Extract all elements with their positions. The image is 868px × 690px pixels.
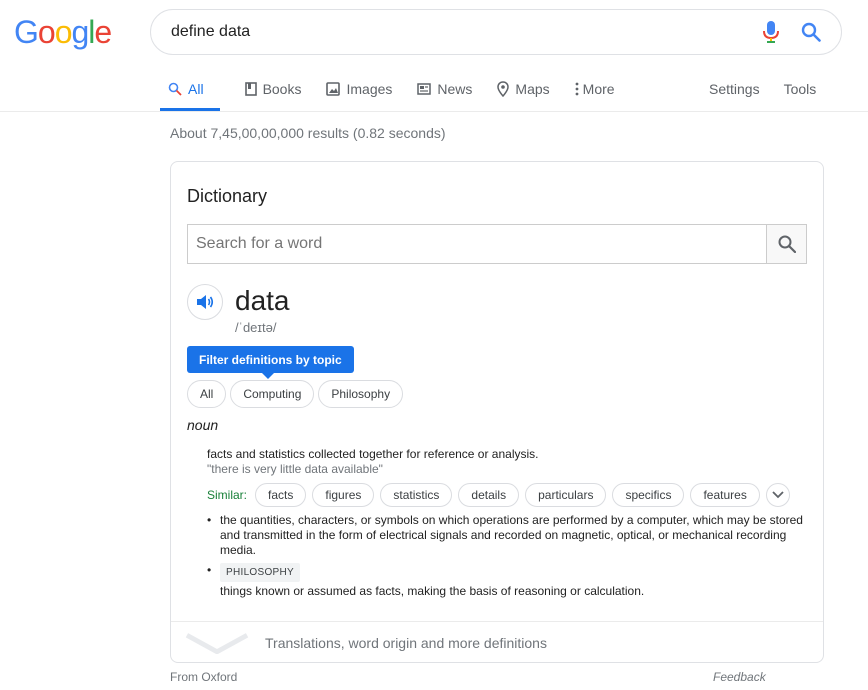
sub-definition: the quantities, characters, or symbols o… — [207, 513, 807, 558]
tab-maps[interactable]: Maps — [497, 70, 550, 108]
logo-letter-2: o — [37, 14, 56, 50]
sub-definition: PHILOSOPHY things known or assumed as fa… — [207, 563, 807, 599]
map-pin-icon — [497, 81, 510, 97]
sub-definition-text: the quantities, characters, or symbols o… — [220, 513, 803, 557]
similar-label: Similar: — [207, 488, 248, 502]
mic-icon[interactable] — [759, 20, 783, 44]
tab-books[interactable]: Books — [244, 70, 302, 108]
feedback-link[interactable]: Feedback — [713, 670, 766, 684]
dictionary-search-input[interactable] — [188, 225, 766, 263]
tools-link[interactable]: Tools — [784, 70, 817, 108]
phonetic: /ˈdeɪtə/ — [235, 320, 277, 335]
tab-images[interactable]: Images — [326, 70, 392, 108]
topic-chips: All Computing Philosophy — [187, 380, 407, 408]
search-box[interactable]: define data — [150, 9, 842, 55]
tab-label: More — [582, 81, 615, 97]
settings-link[interactable]: Settings — [709, 70, 760, 108]
source-attribution: From Oxford — [170, 670, 238, 684]
more-definitions-link[interactable]: Translations, word origin and more defin… — [171, 621, 823, 663]
tab-label: News — [437, 81, 473, 97]
chevron-down-icon — [772, 491, 784, 499]
topic-chip-philosophy[interactable]: Philosophy — [318, 380, 404, 408]
headword: data — [235, 285, 290, 316]
expand-synonyms-button[interactable] — [765, 483, 790, 507]
image-icon — [326, 82, 341, 96]
tab-label: Images — [346, 81, 393, 97]
news-icon — [417, 83, 432, 95]
example-sentence: "there is very little data available" — [207, 462, 383, 476]
logo-letter-3: o — [54, 14, 73, 50]
search-tools: Settings Tools — [709, 70, 816, 108]
result-stats: About 7,45,00,00,000 results (0.82 secon… — [170, 125, 446, 141]
tab-label: All — [188, 81, 204, 97]
tab-news[interactable]: News — [417, 70, 472, 108]
pronounce-button[interactable] — [187, 284, 223, 320]
synonym-chip[interactable]: specifics — [612, 483, 685, 507]
dictionary-card: Dictionary data /ˈdeɪtə/ Filter definiti… — [170, 161, 824, 663]
definition: facts and statistics collected together … — [207, 447, 539, 461]
synonym-chip[interactable]: figures — [312, 483, 375, 507]
synonym-chip[interactable]: particulars — [525, 483, 607, 507]
search-icon — [778, 235, 796, 253]
topic-chip-all[interactable]: All — [187, 380, 227, 408]
logo-letter-1: G — [14, 14, 39, 50]
more-definitions-label: Translations, word origin and more defin… — [265, 634, 547, 651]
logo-letter-6: e — [94, 14, 112, 50]
search-tabs: All Books Images News Maps More — [160, 70, 640, 111]
card-title: Dictionary — [187, 186, 268, 206]
book-icon — [244, 82, 257, 96]
topic-tag: PHILOSOPHY — [220, 563, 301, 582]
synonym-chip[interactable]: features — [690, 483, 760, 507]
dictionary-search — [187, 224, 807, 264]
topic-chip-computing[interactable]: Computing — [230, 380, 315, 408]
synonym-chip[interactable]: statistics — [380, 483, 453, 507]
chevron-down-icon — [185, 632, 249, 654]
google-logo[interactable]: Google — [14, 14, 112, 50]
search-icon[interactable] — [799, 20, 823, 44]
search-icon — [168, 82, 182, 96]
similar-words: Similar: facts figures statistics detail… — [207, 483, 790, 507]
synonym-chip[interactable]: facts — [255, 483, 307, 507]
search-query-input[interactable]: define data — [151, 9, 759, 55]
sub-definition-text: things known or assumed as facts, making… — [220, 584, 645, 598]
dictionary-search-button[interactable] — [766, 225, 806, 263]
part-of-speech: noun — [187, 417, 219, 433]
tabs-divider — [0, 111, 868, 112]
sub-definitions: the quantities, characters, or symbols o… — [207, 513, 807, 604]
filter-tooltip: Filter definitions by topic — [187, 346, 354, 379]
tab-label: Books — [262, 81, 302, 97]
logo-letter-4: g — [71, 14, 89, 50]
tab-label: Maps — [515, 81, 550, 97]
tab-all[interactable]: All — [160, 70, 220, 111]
tab-more[interactable]: More — [575, 70, 615, 108]
speaker-icon — [197, 295, 214, 309]
synonym-chip[interactable]: details — [458, 483, 520, 507]
more-vert-icon — [575, 82, 579, 96]
